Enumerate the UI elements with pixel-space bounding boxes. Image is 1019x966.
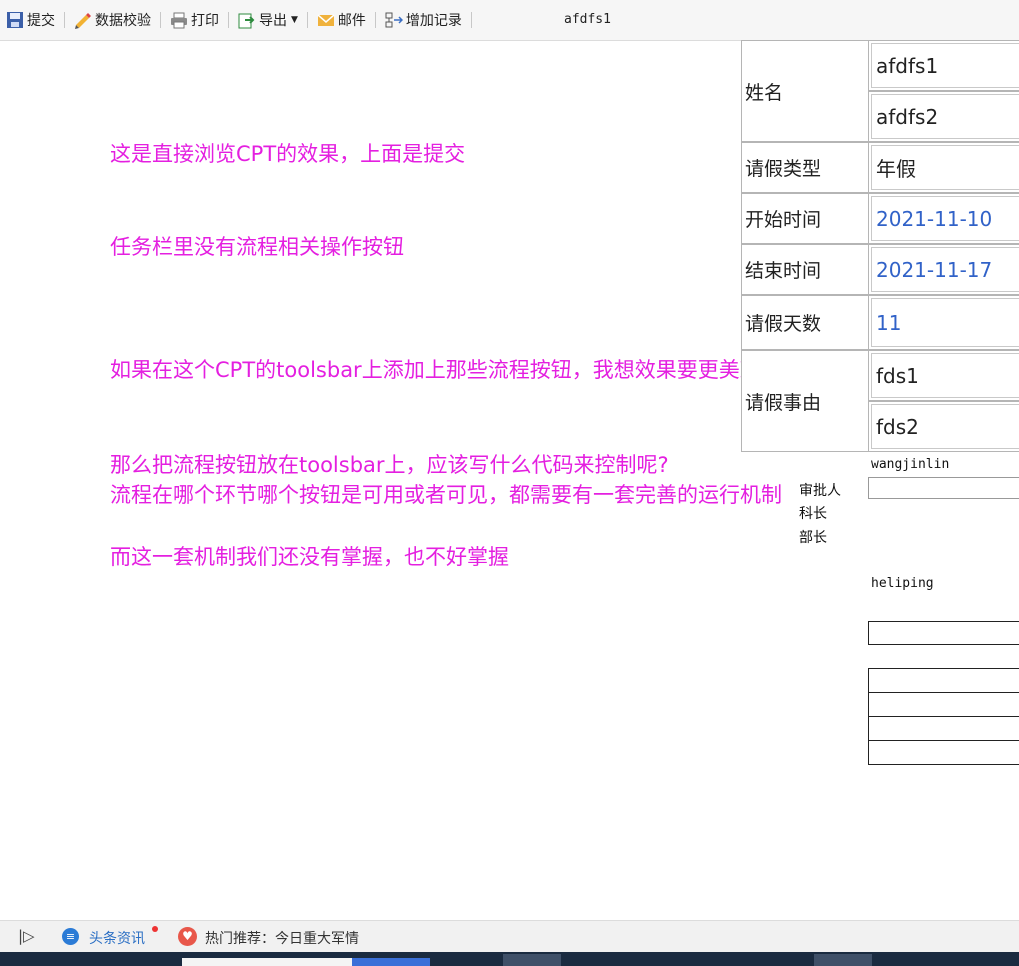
approval-input[interactable] <box>868 716 1019 741</box>
news-link[interactable]: 头条资讯 <box>89 928 145 948</box>
submit-button[interactable]: 提交 <box>2 8 59 32</box>
approval-input[interactable] <box>868 621 1019 645</box>
taskbar-app[interactable] <box>814 954 872 966</box>
reason-field-2[interactable]: fds2 <box>868 401 1019 452</box>
heart-icon: ♥ <box>178 927 197 946</box>
reason-field-1[interactable]: fds1 <box>868 350 1019 401</box>
chevron-down-icon: ▼ <box>291 15 298 25</box>
taskbar-search-box[interactable] <box>182 958 352 966</box>
toolbar-separator <box>306 12 308 28</box>
export-icon <box>238 11 256 29</box>
start-date-label: 开始时间 <box>741 193 868 244</box>
printer-icon <box>170 11 188 29</box>
report-title: afdfs1 <box>564 12 611 27</box>
approval-input[interactable] <box>868 692 1019 717</box>
windows-taskbar <box>0 952 1019 966</box>
days-label: 请假天数 <box>741 295 868 350</box>
toolbar: 提交 数据校验 打印 导出 ▼ 邮件 增加记录 afdfs1 <box>0 0 1019 41</box>
days-field[interactable]: 11 <box>868 295 1019 350</box>
annotation-note: 任务栏里没有流程相关操作按钮 <box>110 235 404 259</box>
annotation-note: 如果在这个CPT的toolsbar上添加上那些流程按钮，我想效果要更美观一些 <box>110 358 803 382</box>
envelope-icon <box>317 11 335 29</box>
export-button[interactable]: 导出 ▼ <box>234 8 302 32</box>
dept-head-label: 部长 <box>799 530 827 546</box>
browser-statusbar: |▷ ≡ 头条资讯 ♥ 热门推荐：今日重大军情 <box>0 920 1019 953</box>
save-icon <box>6 11 24 29</box>
validate-label: 数据校验 <box>95 13 151 29</box>
hot-recommend-link[interactable]: 热门推荐：今日重大军情 <box>205 928 359 948</box>
sidebar-toggle-icon[interactable]: |▷ <box>18 927 35 945</box>
annotation-note: 而这一套机制我们还没有掌握，也不好掌握 <box>110 545 509 569</box>
print-label: 打印 <box>191 13 219 29</box>
approver-label: 审批人 <box>799 483 841 499</box>
approver-input[interactable] <box>868 477 1019 499</box>
news-icon: ≡ <box>62 928 79 945</box>
annotation-note: 那么把流程按钮放在toolsbar上，应该写什么代码来控制呢? <box>110 453 669 477</box>
name-field-1[interactable]: afdfs1 <box>868 40 1019 91</box>
approver-user-1: wangjinlin <box>871 457 950 472</box>
leave-type-label: 请假类型 <box>741 142 868 193</box>
add-record-icon <box>385 11 403 29</box>
add-record-label: 增加记录 <box>405 13 462 29</box>
add-record-button[interactable]: 增加记录 <box>381 8 466 32</box>
annotation-note: 流程在哪个环节哪个按钮是可用或者可见，都需要有一套完善的运行机制 <box>110 483 782 507</box>
pencil-icon <box>74 11 92 29</box>
toolbar-separator <box>374 12 376 28</box>
approver-user-2: heliping <box>871 576 934 591</box>
leave-type-field[interactable]: 年假 <box>868 142 1019 193</box>
taskbar-search-button[interactable] <box>352 958 430 966</box>
toolbar-separator <box>470 12 472 28</box>
section-chief-label: 科长 <box>799 506 827 522</box>
taskbar-app[interactable] <box>503 954 561 966</box>
end-date-label: 结束时间 <box>741 244 868 295</box>
toolbar-separator <box>64 12 65 28</box>
toolbar-separator <box>228 12 229 28</box>
name-label: 姓名 <box>741 40 868 142</box>
reason-label: 请假事由 <box>741 350 868 452</box>
annotation-note: 这是直接浏览CPT的效果，上面是提交 <box>110 142 466 166</box>
mail-button[interactable]: 邮件 <box>313 8 370 32</box>
submit-label: 提交 <box>27 13 55 29</box>
notification-dot-icon <box>152 926 158 932</box>
approval-input[interactable] <box>868 668 1019 693</box>
toolbar-separator <box>160 12 161 28</box>
mail-label: 邮件 <box>337 13 366 29</box>
name-field-2[interactable]: afdfs2 <box>868 91 1019 142</box>
approval-input[interactable] <box>868 740 1019 765</box>
print-button[interactable]: 打印 <box>166 8 223 32</box>
start-date-field[interactable]: 2021-11-10 <box>868 193 1019 244</box>
export-label: 导出 <box>259 13 287 29</box>
validate-button[interactable]: 数据校验 <box>70 8 155 32</box>
end-date-field[interactable]: 2021-11-17 <box>868 244 1019 295</box>
